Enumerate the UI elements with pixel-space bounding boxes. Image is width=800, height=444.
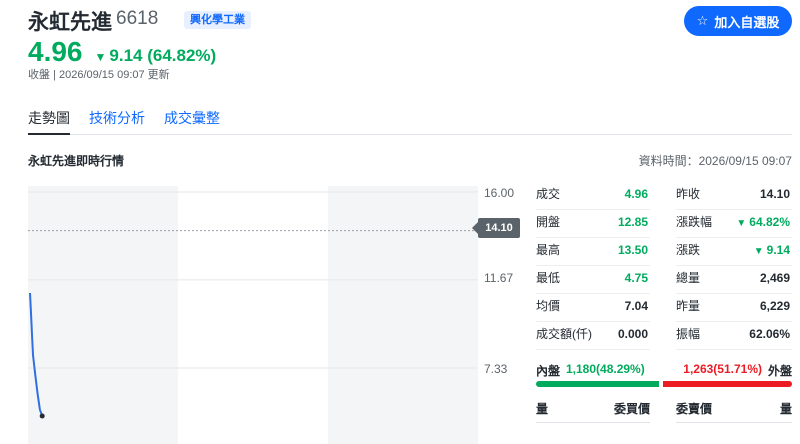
y-tick-low: 7.33	[484, 362, 508, 376]
quote-cell: 總量 2,469	[676, 266, 792, 294]
down-arrow-icon: ▼	[736, 218, 747, 229]
quote-cell: 昨收 14.10	[676, 182, 792, 210]
quote-label: 漲跌幅	[676, 215, 713, 229]
market-status: 收盤 | 2026/09/15 09:07 更新	[28, 69, 170, 81]
inner-outer-volume: 內盤 1,180(48.29%) 1,263(51.71%) 外盤	[536, 362, 792, 392]
y-tick-top: 16.00	[484, 186, 515, 200]
quote-label: 開盤	[536, 215, 561, 229]
quote-cell: 成交額(仟) 0.000	[536, 322, 650, 350]
stock-name: 永虹先進	[28, 11, 112, 34]
quote-value: 7.04	[624, 299, 648, 313]
ask-price-header: 委賣價	[676, 402, 713, 416]
quote-value: 14.10	[759, 187, 790, 201]
outer-value: 1,263(51.71%)	[683, 362, 762, 376]
bid-qty-header: 量	[536, 402, 549, 416]
quote-label: 成交額(仟)	[536, 327, 592, 341]
quote-cell: 漲跌 ▼ 9.14	[676, 238, 792, 266]
tab-trend[interactable]: 走勢圖	[28, 108, 70, 135]
quote-value: 12.85	[617, 215, 648, 229]
prev-close-badge: 14.10	[472, 218, 520, 238]
chart-band	[28, 186, 178, 444]
quote-cell: 成交 4.96	[536, 182, 650, 210]
quote-label: 漲跌	[676, 243, 701, 257]
divider	[536, 422, 650, 423]
quote-value-text: 64.82%	[749, 215, 790, 229]
data-timestamp: 資料時間：2026/09/15 09:07	[638, 154, 792, 168]
down-arrow-icon: ▼	[94, 50, 107, 64]
inner-value: 1,180(48.29%)	[566, 362, 645, 376]
quote-label: 均價	[536, 299, 561, 313]
quote-label: 總量	[676, 271, 701, 285]
current-price: 4.96	[28, 36, 83, 67]
inner-volume-bar	[536, 381, 659, 387]
quote-cell: 開盤 12.85	[536, 210, 650, 238]
down-arrow-icon: ▼	[753, 246, 764, 257]
bid-price-header: 委買價	[614, 402, 651, 416]
quote-value: 0.000	[617, 327, 648, 341]
quote-value: 62.06%	[749, 327, 790, 341]
quote-value: 2,469	[759, 271, 790, 285]
quote-cell: 均價 7.04	[536, 294, 650, 322]
quote-label: 最高	[536, 243, 561, 257]
stock-header: 永虹先進 6618 興化學工業 ☆ 加入自選股	[28, 6, 792, 36]
intraday-chart[interactable]	[28, 186, 478, 444]
quote-cell: 最高 13.50	[536, 238, 650, 266]
outer-label: 外盤	[767, 364, 792, 378]
tab-technical[interactable]: 技術分析	[89, 108, 145, 135]
quote-value-text: 9.14	[766, 243, 790, 257]
quote-value: 4.96	[624, 187, 648, 201]
quote-label: 振幅	[676, 327, 701, 341]
industry-tag[interactable]: 興化學工業	[184, 11, 251, 29]
chart-band	[328, 186, 478, 444]
chart-svg	[28, 186, 478, 444]
star-icon: ☆	[696, 13, 709, 28]
order-book-header: 量 委買價 委賣價 量	[536, 400, 792, 423]
quote-label: 昨量	[676, 299, 701, 313]
quote-value: ▼ 64.82%	[736, 210, 790, 236]
last-price-dot	[39, 413, 45, 419]
inner-label: 內盤	[536, 364, 561, 378]
watch-label: 加入自選股	[714, 14, 780, 30]
add-to-watchlist-button[interactable]: ☆ 加入自選股	[684, 6, 792, 36]
quote-cell: 振幅 62.06%	[676, 322, 792, 350]
price-change-value: 9.14 (64.82%)	[109, 46, 217, 65]
quote-cell: 昨量 6,229	[676, 294, 792, 322]
quote-label: 最低	[536, 271, 561, 285]
ask-qty-header: 量	[779, 402, 792, 416]
outer-volume-bar	[662, 381, 792, 387]
quote-value: ▼ 9.14	[754, 238, 790, 264]
chart-band	[178, 186, 328, 444]
stock-code: 6618	[116, 8, 159, 29]
section-title: 永虹先進即時行情	[28, 154, 125, 168]
divider	[676, 422, 792, 423]
quote-value: 4.75	[624, 271, 648, 285]
quote-label: 昨收	[676, 187, 701, 201]
price-row: 4.96 ▼ 9.14 (64.82%)	[28, 36, 217, 67]
quote-cell: 漲跌幅 ▼ 64.82%	[676, 210, 792, 238]
quote-cell: 最低 4.75	[536, 266, 650, 294]
price-change: ▼ 9.14 (64.82%)	[95, 46, 217, 66]
tab-bar: 走勢圖 技術分析 成交彙整	[28, 108, 792, 135]
quote-value: 6,229	[759, 299, 790, 313]
quote-value: 13.50	[617, 243, 648, 257]
y-tick-mid: 11.67	[484, 271, 514, 285]
quote-label: 成交	[536, 187, 561, 201]
tab-trades[interactable]: 成交彙整	[164, 108, 220, 135]
